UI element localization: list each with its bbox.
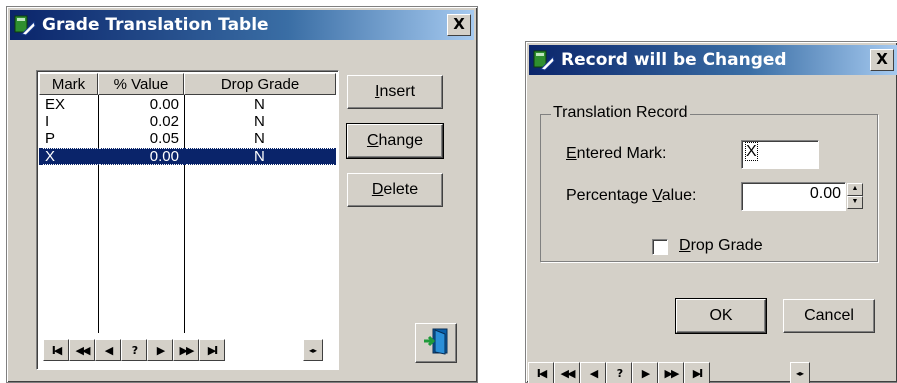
column-header-drop[interactable]: Drop Grade: [184, 73, 336, 95]
page-forward-button[interactable]: ▶▶: [658, 362, 684, 383]
drop-grade-checkbox[interactable]: [652, 239, 668, 255]
percentage-spinner[interactable]: ▲ ▼: [847, 183, 863, 209]
cell-mark: P: [45, 130, 56, 147]
close-icon[interactable]: X: [447, 14, 471, 36]
entered-mark-text: ntered Mark:: [576, 145, 667, 162]
first-record-button[interactable]: I◀: [43, 339, 69, 361]
table-row[interactable]: EX 0.00 N: [39, 97, 336, 114]
scroll-arrows-icon[interactable]: ◂▸: [303, 339, 323, 361]
drop-grade-text: rop Grade: [690, 237, 763, 254]
find-record-button[interactable]: ?: [606, 362, 632, 383]
delete-accel: D: [371, 181, 384, 198]
grade-window-titlebar[interactable]: Grade Translation Table X: [10, 10, 474, 40]
record-window-title: Record will be Changed: [561, 50, 787, 70]
group-label: Translation Record: [551, 104, 690, 122]
delete-button[interactable]: Delete: [347, 173, 443, 207]
spin-up-icon[interactable]: ▲: [847, 183, 863, 196]
cell-mark: X: [43, 148, 98, 165]
percentage-accel: V: [652, 187, 662, 204]
last-record-button[interactable]: ▶I: [684, 362, 710, 383]
cell-value: 0.00: [99, 148, 183, 165]
column-header-mark[interactable]: Mark: [39, 73, 98, 95]
grade-window-title: Grade Translation Table: [42, 15, 269, 35]
cell-drop: N: [254, 113, 265, 130]
last-record-button[interactable]: ▶I: [199, 339, 225, 361]
drop-grade-label[interactable]: Drop Grade: [679, 237, 763, 255]
percentage-value-label: Percentage Value:: [566, 187, 696, 205]
grade-table[interactable]: Mark % Value Drop Grade EX 0.00 N I 0.02…: [36, 70, 339, 370]
prev-record-button[interactable]: ◀: [95, 339, 121, 361]
spin-down-icon[interactable]: ▼: [847, 196, 863, 209]
delete-label-post: elete: [383, 181, 419, 198]
cancel-button[interactable]: Cancel: [783, 299, 875, 333]
app-icon: [533, 49, 555, 71]
change-accel: C: [366, 132, 379, 149]
insert-label-post: nsert: [379, 83, 416, 100]
table-row[interactable]: P 0.05 N: [39, 131, 336, 148]
change-label-post: hange: [378, 132, 424, 149]
record-navigator: I◀ ◀◀ ◀ ? ▶ ▶▶ ▶I: [43, 339, 225, 361]
cell-drop: N: [254, 130, 265, 147]
change-button[interactable]: Change: [346, 123, 444, 159]
cell-mark: EX: [45, 96, 66, 113]
entered-mark-field[interactable]: X: [741, 140, 819, 169]
cell-drop: N: [186, 148, 334, 165]
record-navigator: I◀ ◀◀ ◀ ? ▶ ▶▶ ▶I: [528, 362, 710, 383]
cell-mark: I: [45, 113, 50, 130]
prev-record-button[interactable]: ◀: [580, 362, 606, 383]
ok-button[interactable]: OK: [675, 298, 767, 334]
close-icon[interactable]: X: [870, 49, 894, 71]
percentage-label-post: alue:: [661, 187, 697, 204]
percentage-value: 0.00: [809, 185, 841, 202]
cell-drop: N: [254, 96, 265, 113]
insert-button[interactable]: Insert: [347, 75, 443, 109]
first-record-button[interactable]: I◀: [528, 362, 554, 383]
page-forward-button[interactable]: ▶▶: [173, 339, 199, 361]
find-record-button[interactable]: ?: [121, 339, 147, 361]
next-record-button[interactable]: ▶: [632, 362, 658, 383]
record-changed-window: Record will be Changed X Translation Rec…: [525, 41, 897, 383]
app-icon: [14, 14, 36, 36]
table-row-selected[interactable]: X 0.00 N: [39, 148, 336, 165]
exit-door-icon: [421, 326, 451, 361]
entered-mark-label: Entered Mark:: [566, 145, 666, 163]
grade-translation-window: Grade Translation Table X Mark % Value D…: [6, 6, 478, 383]
exit-button[interactable]: [415, 323, 457, 363]
table-row[interactable]: I 0.02 N: [39, 114, 336, 131]
cell-value: 0.02: [149, 113, 179, 130]
entered-mark-accel: E: [566, 145, 577, 162]
percentage-value-field[interactable]: 0.00: [741, 182, 846, 211]
column-header-value[interactable]: % Value: [98, 73, 184, 95]
page-back-button[interactable]: ◀◀: [69, 339, 95, 361]
record-window-titlebar[interactable]: Record will be Changed X: [529, 45, 897, 75]
cell-value: 0.05: [149, 130, 179, 147]
cell-value: 0.00: [149, 96, 179, 113]
page-back-button[interactable]: ◀◀: [554, 362, 580, 383]
entered-mark-value: X: [745, 142, 758, 161]
drop-grade-accel: D: [679, 237, 691, 254]
percentage-label-pre: Percentage: [566, 187, 653, 204]
next-record-button[interactable]: ▶: [147, 339, 173, 361]
scroll-arrows-icon[interactable]: ◂▸: [790, 362, 810, 383]
